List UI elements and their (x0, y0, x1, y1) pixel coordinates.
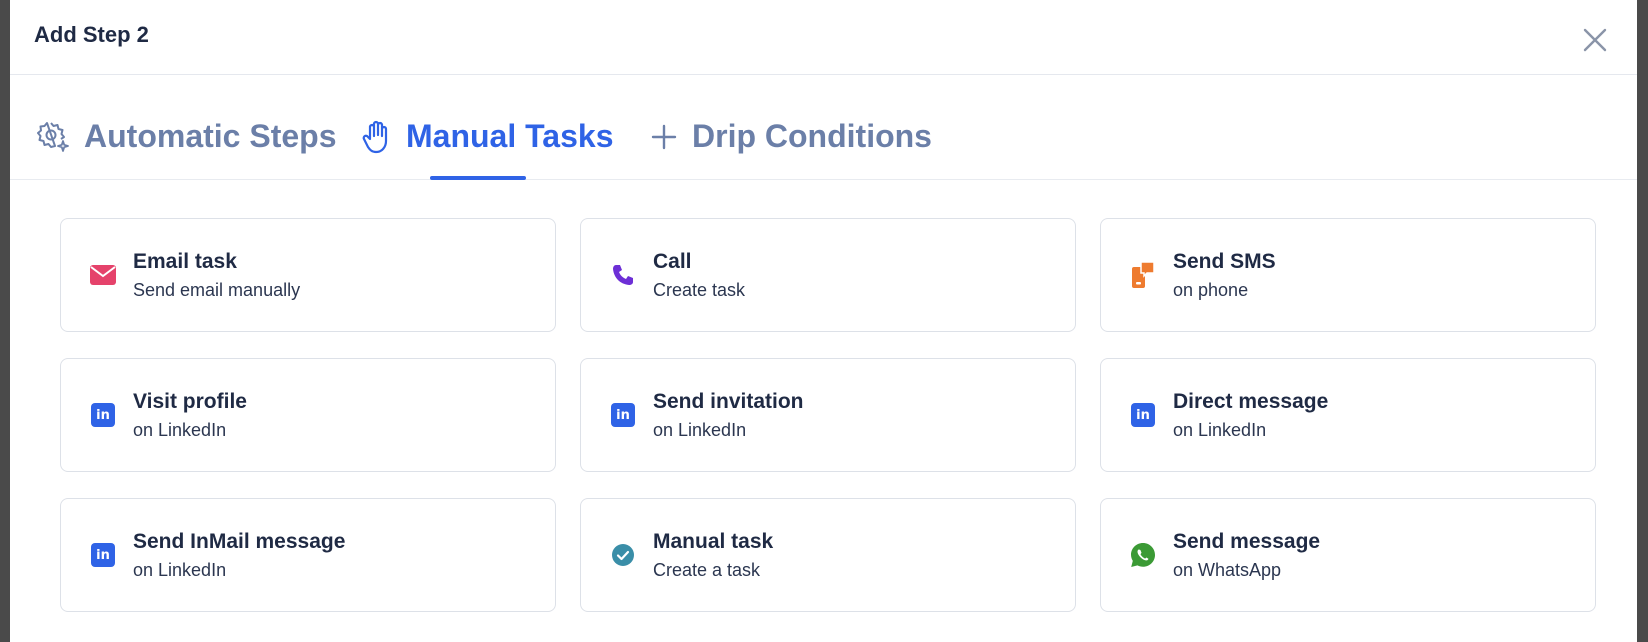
hand-icon (362, 120, 388, 153)
send-inmail-card[interactable]: in Send InMail message on LinkedIn (60, 498, 556, 612)
card-subtitle: on LinkedIn (653, 419, 747, 440)
direct-message-card[interactable]: in Direct message on LinkedIn (1100, 358, 1596, 472)
card-title: Call (653, 249, 692, 273)
card-subtitle: Create a task (653, 559, 761, 580)
linkedin-icon: in (89, 401, 117, 429)
tab-manual-tasks[interactable]: Manual Tasks (362, 118, 613, 155)
card-title: Direct message (1173, 389, 1329, 413)
visit-profile-card[interactable]: in Visit profile on LinkedIn (60, 358, 556, 472)
whatsapp-icon (1129, 541, 1157, 569)
linkedin-icon: in (89, 541, 117, 569)
card-subtitle: Create task (653, 279, 746, 300)
card-title: Send InMail message (133, 529, 346, 553)
tab-label: Drip Conditions (692, 118, 932, 154)
card-subtitle: on LinkedIn (133, 419, 227, 440)
sms-icon (1129, 261, 1157, 289)
task-options-grid: Email task Send email manually Call Crea… (60, 218, 1596, 612)
card-title: Manual task (653, 529, 774, 553)
check-circle-icon (609, 541, 637, 569)
call-card[interactable]: Call Create task (580, 218, 1076, 332)
active-tab-indicator (430, 176, 526, 180)
tab-label: Manual Tasks (406, 118, 614, 154)
email-task-card[interactable]: Email task Send email manually (60, 218, 556, 332)
card-title: Send invitation (653, 389, 804, 413)
tab-drip-conditions[interactable]: Drip Conditions (650, 118, 932, 155)
tab-label: Automatic Steps (84, 118, 337, 154)
card-subtitle: Send email manually (133, 279, 301, 300)
email-icon (89, 261, 117, 289)
card-subtitle: on WhatsApp (1173, 559, 1282, 580)
send-whatsapp-card[interactable]: Send message on WhatsApp (1100, 498, 1596, 612)
phone-icon (609, 261, 637, 289)
card-subtitle: on LinkedIn (1173, 419, 1267, 440)
linkedin-icon: in (1129, 401, 1157, 429)
modal-title: Add Step 2 (34, 22, 149, 47)
tab-automatic-steps[interactable]: Automatic Steps (36, 118, 336, 155)
tab-bar: Automatic Steps Manual Tasks Drip Condit… (10, 75, 1637, 180)
manual-task-card[interactable]: Manual task Create a task (580, 498, 1076, 612)
card-title: Visit profile (133, 389, 247, 413)
card-title: Email task (133, 249, 237, 273)
send-invitation-card[interactable]: in Send invitation on LinkedIn (580, 358, 1076, 472)
close-icon (1583, 28, 1607, 52)
close-button[interactable] (1581, 26, 1609, 54)
modal-header: Add Step 2 (10, 0, 1637, 75)
card-subtitle: on phone (1173, 279, 1249, 300)
card-subtitle: on LinkedIn (133, 559, 227, 580)
linkedin-icon: in (609, 401, 637, 429)
card-title: Send message (1173, 529, 1321, 553)
send-sms-card[interactable]: Send SMS on phone (1100, 218, 1596, 332)
plus-icon (651, 124, 677, 149)
card-title: Send SMS (1173, 249, 1276, 273)
add-step-modal: Add Step 2 Automatic Steps Manual Tasks (10, 0, 1637, 642)
gear-sparkle-icon (37, 121, 69, 152)
